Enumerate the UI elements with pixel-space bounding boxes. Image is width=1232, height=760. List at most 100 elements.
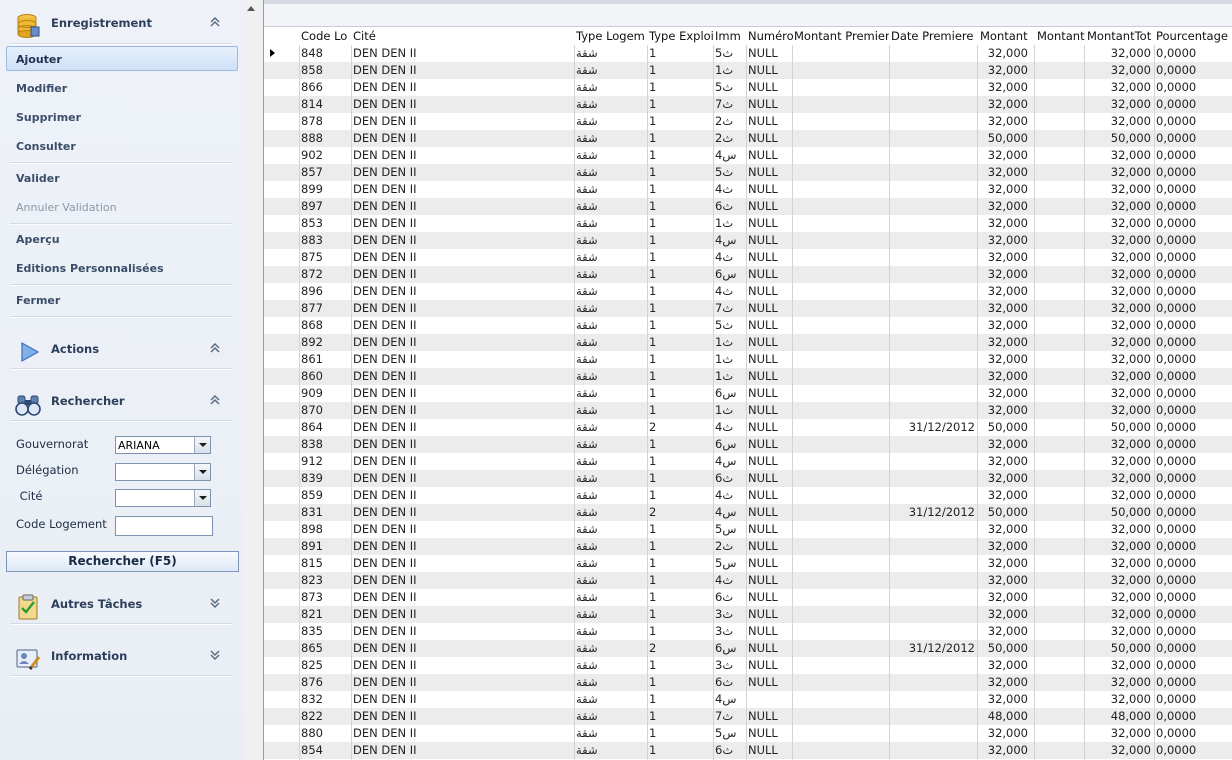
table-row[interactable]: 839 DEN DEN II شقة 1 ث6 NULL 32,000 32,000 0,000… [264,470,1232,487]
chevron-up-icon[interactable] [208,393,222,407]
column-header-cite[interactable]: Cité [353,29,573,43]
table-row[interactable]: 902 DEN DEN II شقة 1 س4 NULL 32,000 32,000 0,000… [264,147,1232,164]
valider-button[interactable]: Valider [16,172,60,185]
cell-type-exploitation: 1 [649,675,657,689]
chevron-down-icon[interactable] [194,437,210,453]
ajouter-button[interactable]: Ajouter [6,46,238,71]
column-header-numero[interactable]: Numéro [748,29,793,43]
chevron-down-icon[interactable] [194,464,210,480]
column-header-montant-total[interactable]: MontantTot [1087,29,1153,43]
editions-personnalisees-button[interactable]: Editions Personnalisées [16,262,164,275]
table-row[interactable]: 861 DEN DEN II شقة 1 ث1 NULL 32,000 32,000 0,000… [264,351,1232,368]
cell-montant-2 [1037,641,1087,657]
table-row[interactable]: 835 DEN DEN II شقة 1 ث3 NULL 32,000 32,000 0,000… [264,623,1232,640]
table-row[interactable]: 912 DEN DEN II شقة 1 س4 NULL 32,000 32,000 0,000… [264,453,1232,470]
table-row[interactable]: 831 DEN DEN II شقة 2 س4 NULL 31/12/2012 50,000 5… [264,504,1232,521]
consulter-button[interactable]: Consulter [16,140,76,153]
table-row[interactable]: 875 DEN DEN II شقة 1 ث4 NULL 32,000 32,000 0,000… [264,249,1232,266]
column-header-code-logement[interactable]: Code Lo [301,29,351,43]
table-row[interactable]: 838 DEN DEN II شقة 1 س6 NULL 32,000 32,000 0,000… [264,436,1232,453]
supprimer-button[interactable]: Supprimer [16,111,81,124]
autres-taches-header[interactable]: Autres Tâches [6,587,236,621]
scroll-up-arrow-icon[interactable] [247,6,255,11]
cell-numero: NULL [748,335,778,349]
cell-montant-premier [794,556,889,572]
cell-type-logement: شقة [576,471,598,485]
code-logement-input[interactable] [115,516,213,536]
table-row[interactable]: 848 DEN DEN II شقة 1 ث5 NULL 32,000 32,000 0,000… [264,45,1232,62]
cell-montant: 32,000 [987,386,1028,400]
table-row[interactable]: 859 DEN DEN II شقة 1 ث4 NULL 32,000 32,000 0,000… [264,487,1232,504]
table-row[interactable]: 892 DEN DEN II شقة 1 ث1 NULL 32,000 32,000 0,000… [264,334,1232,351]
cell-cite: DEN DEN II [353,97,417,111]
cell-montant-2 [1037,114,1087,130]
table-row[interactable]: 858 DEN DEN II شقة 1 ث1 NULL 32,000 32,000 0,000… [264,62,1232,79]
table-row[interactable]: 897 DEN DEN II شقة 1 ث6 NULL 32,000 32,000 0,000… [264,198,1232,215]
table-row[interactable]: 877 DEN DEN II شقة 1 ث7 NULL 32,000 32,000 0,000… [264,300,1232,317]
table-row[interactable]: 866 DEN DEN II شقة 1 ث5 NULL 32,000 32,000 0,000… [264,79,1232,96]
column-header-montant-2[interactable]: Montant [1037,29,1087,43]
chevron-down-icon[interactable] [194,490,210,506]
table-row[interactable]: 823 DEN DEN II شقة 1 ث4 NULL 32,000 32,000 0,000… [264,572,1232,589]
chevron-up-icon[interactable] [208,341,222,355]
cell-montant-premier [794,301,889,317]
table-row[interactable]: 825 DEN DEN II شقة 1 ث3 NULL 32,000 32,000 0,000… [264,657,1232,674]
table-row[interactable]: 888 DEN DEN II شقة 1 ث2 NULL 50,000 50,000 0,000… [264,130,1232,147]
column-header-immeuble[interactable]: Imm [715,29,747,43]
table-row[interactable]: 891 DEN DEN II شقة 1 ث2 NULL 32,000 32,000 0,000… [264,538,1232,555]
table-row[interactable]: 814 DEN DEN II شقة 1 ث7 NULL 32,000 32,000 0,000… [264,96,1232,113]
table-row[interactable]: 896 DEN DEN II شقة 1 ث4 NULL 32,000 32,000 0,000… [264,283,1232,300]
table-row[interactable]: 870 DEN DEN II شقة 1 ث1 NULL 32,000 32,000 0,000… [264,402,1232,419]
grid-group-band [264,4,1232,27]
apercu-button[interactable]: Aperçu [16,233,60,246]
table-row[interactable]: 898 DEN DEN II شقة 1 س5 NULL 32,000 32,000 0,000… [264,521,1232,538]
cell-code-logement: 860 [301,369,323,383]
information-header[interactable]: Information [6,639,236,673]
table-row[interactable]: 880 DEN DEN II شقة 1 س5 NULL 32,000 32,000 0,000… [264,725,1232,742]
column-header-type-logement[interactable]: Type Logem [576,29,648,43]
fermer-button[interactable]: Fermer [16,294,60,307]
table-row[interactable]: 883 DEN DEN II شقة 1 س4 NULL 32,000 32,000 0,000… [264,232,1232,249]
table-row[interactable]: 815 DEN DEN II شقة 1 س5 NULL 32,000 32,000 0,000… [264,555,1232,572]
cell-code-logement: 861 [301,352,323,366]
column-header-type-exploitation[interactable]: Type Exploi [649,29,714,43]
column-header-montant[interactable]: Montant [980,29,1032,43]
table-row[interactable]: 822 DEN DEN II شقة 1 ث7 NULL 48,000 48,000 0,000… [264,708,1232,725]
rechercher-header[interactable]: Rechercher [6,384,236,418]
table-row[interactable]: 832 DEN DEN II شقة 1 س4 32,000 32,000 0,0000 [264,691,1232,708]
column-header-montant-premier[interactable]: Montant Premier [794,29,889,43]
table-row[interactable]: 899 DEN DEN II شقة 1 ث4 NULL 32,000 32,000 0,000… [264,181,1232,198]
gouvernorat-select[interactable]: ARIANA [115,436,211,454]
cell-montant: 32,000 [987,233,1028,247]
cell-date-premiere [891,403,975,419]
column-header-pourcentage[interactable]: Pourcentage [1156,29,1232,43]
task-pane-scrollbar[interactable] [243,0,264,760]
table-row[interactable]: 853 DEN DEN II شقة 1 ث1 NULL 32,000 32,000 0,000… [264,215,1232,232]
chevron-down-icon[interactable] [208,596,222,610]
table-row[interactable]: 872 DEN DEN II شقة 1 س6 NULL 32,000 32,000 0,000… [264,266,1232,283]
logements-grid[interactable]: Code Lo Cité Type Logem Type Exploi Imm Numér… [263,0,1232,760]
enregistrement-header[interactable]: Enregistrement [6,6,236,40]
table-row[interactable]: 860 DEN DEN II شقة 1 ث1 NULL 32,000 32,000 0,000… [264,368,1232,385]
cell-cite: DEN DEN II [353,233,417,247]
chevron-up-icon[interactable] [208,15,222,29]
cell-montant-premier [794,352,889,368]
cell-immeuble: ث3 [715,607,734,621]
column-header-date-premiere[interactable]: Date Premiere [891,29,979,43]
table-row[interactable]: 878 DEN DEN II شقة 1 ث2 NULL 32,000 32,000 0,000… [264,113,1232,130]
table-row[interactable]: 909 DEN DEN II شقة 1 س6 NULL 32,000 32,000 0,000… [264,385,1232,402]
chevron-down-icon[interactable] [208,648,222,662]
table-row[interactable]: 876 DEN DEN II شقة 1 ث6 NULL 32,000 32,000 0,000… [264,674,1232,691]
cite-select[interactable] [115,489,211,507]
table-row[interactable]: 857 DEN DEN II شقة 1 ث5 NULL 32,000 32,000 0,000… [264,164,1232,181]
actions-header[interactable]: Actions [6,332,236,366]
table-row[interactable]: 873 DEN DEN II شقة 1 ث6 NULL 32,000 32,000 0,000… [264,589,1232,606]
rechercher-button[interactable]: Rechercher (F5) [6,551,239,572]
table-row[interactable]: 854 DEN DEN II شقة 1 ث6 NULL 32,000 32,000 0,000… [264,742,1232,759]
table-row[interactable]: 864 DEN DEN II شقة 2 ث4 NULL 31/12/2012 50,000 5… [264,419,1232,436]
table-row[interactable]: 868 DEN DEN II شقة 1 ث5 NULL 32,000 32,000 0,000… [264,317,1232,334]
modifier-button[interactable]: Modifier [16,82,67,95]
table-row[interactable]: 821 DEN DEN II شقة 1 ث3 NULL 32,000 32,000 0,000… [264,606,1232,623]
delegation-select[interactable] [115,463,211,481]
table-row[interactable]: 865 DEN DEN II شقة 2 س6 NULL 31/12/2012 50,000 5… [264,640,1232,657]
